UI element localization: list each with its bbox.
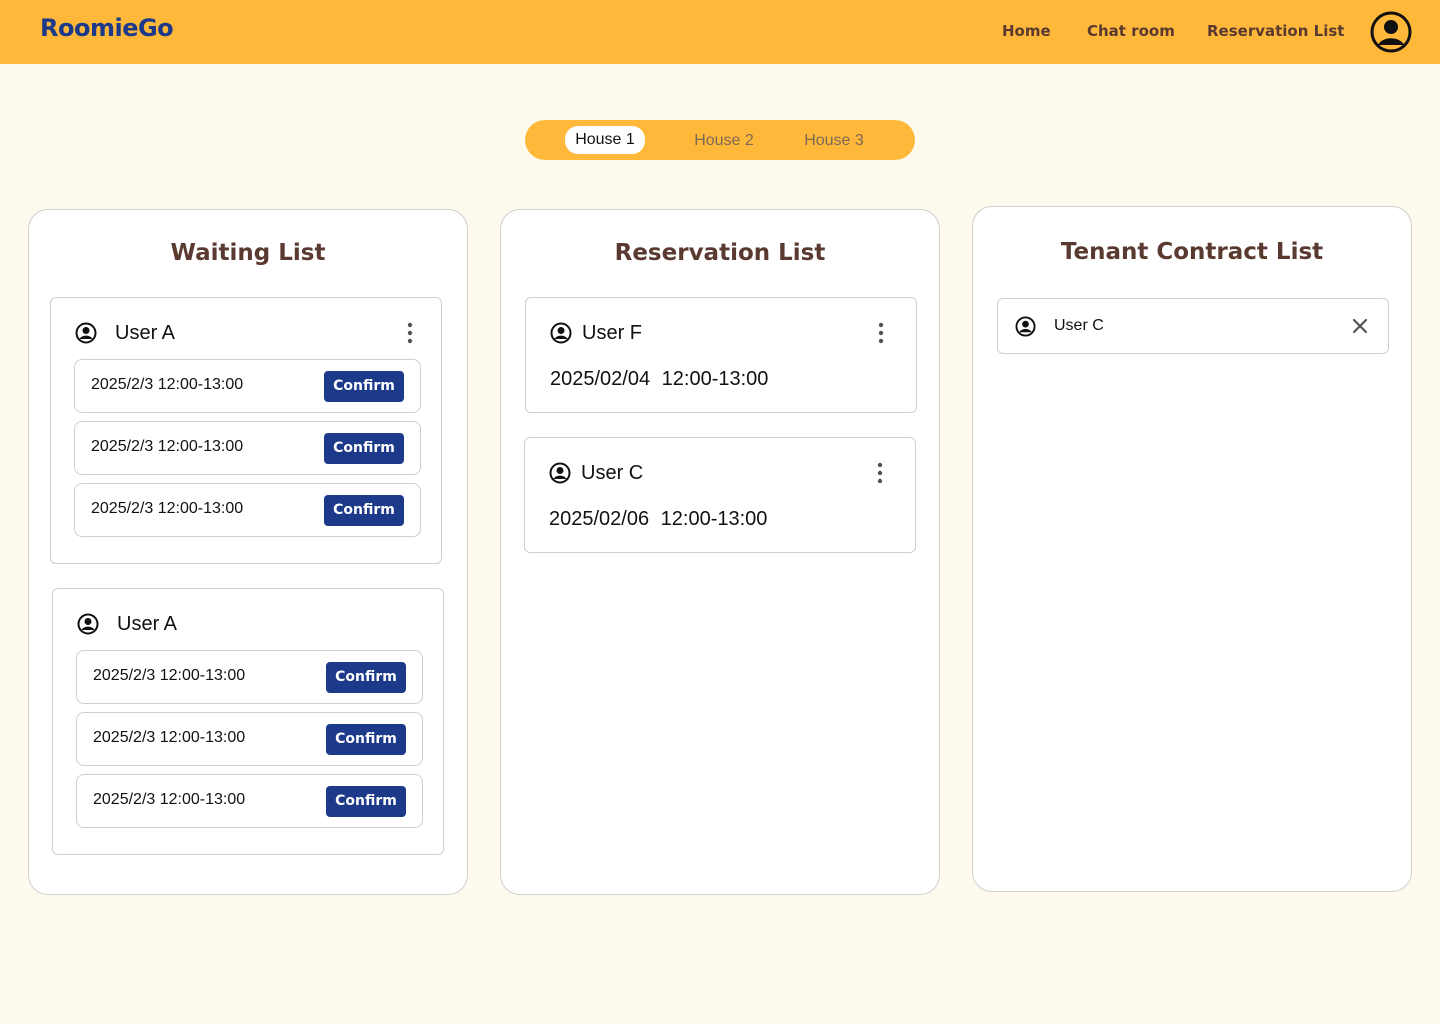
reservation-user-name: User C [581, 462, 644, 484]
slot-time: 2025/2/3 12:00-13:00 [91, 376, 244, 393]
confirm-button[interactable]: Confirm [324, 495, 404, 526]
reservation-card: User F 2025/02/04 12:00-13:00 [525, 297, 917, 413]
tab-house-2[interactable]: House 2 [684, 128, 764, 154]
waiting-user-name: User A [117, 613, 178, 635]
user-circle-icon [549, 462, 571, 484]
slot-time: 2025/2/3 12:00-13:00 [91, 500, 244, 517]
waiting-group-card: User A 2025/2/3 12:00-13:00 Confirm 2025… [50, 297, 442, 564]
reservation-datetime: 2025/02/04 12:00-13:00 [550, 368, 768, 391]
time-slot: 2025/2/3 12:00-13:00 Confirm [74, 483, 421, 537]
nav-link-home[interactable]: Home [1002, 22, 1051, 40]
waiting-user-name: User A [115, 322, 176, 344]
waiting-group-card: User A 2025/2/3 12:00-13:00 Confirm 2025… [52, 588, 444, 855]
tenant-contract-list-panel: Tenant Contract List User C [972, 206, 1412, 892]
reservation-list-panel: Reservation List User F 2025/02/04 12:00… [500, 209, 940, 895]
slot-time: 2025/2/3 12:00-13:00 [93, 729, 246, 746]
reservation-time: 12:00-13:00 [661, 368, 769, 390]
tab-house-3[interactable]: House 3 [794, 128, 874, 154]
user-circle-icon [550, 322, 572, 344]
more-vert-icon[interactable] [875, 322, 887, 344]
reservation-date: 2025/02/04 [550, 368, 651, 390]
user-circle-icon [77, 613, 99, 635]
waiting-list-panel: Waiting List User A 2025/2/3 12:00-13:00… [28, 209, 468, 895]
top-navbar: RoomieGo Home Chat room Reservation List [0, 0, 1440, 64]
confirm-button[interactable]: Confirm [326, 786, 406, 817]
confirm-button[interactable]: Confirm [326, 724, 406, 755]
reservation-datetime: 2025/02/06 12:00-13:00 [549, 508, 767, 531]
waiting-list-title: Waiting List [170, 240, 326, 266]
reservation-card: User C 2025/02/06 12:00-13:00 [524, 437, 916, 553]
account-circle-icon[interactable] [1370, 11, 1412, 53]
user-circle-icon [1015, 316, 1036, 337]
reservation-time: 12:00-13:00 [660, 508, 768, 530]
time-slot: 2025/2/3 12:00-13:00 Confirm [74, 421, 421, 475]
reservation-user-name: User F [582, 322, 642, 344]
close-icon[interactable] [1351, 317, 1369, 335]
tenant-contract-list-title: Tenant Contract List [1060, 239, 1324, 265]
nav-link-reservation-list[interactable]: Reservation List [1207, 22, 1344, 40]
more-vert-icon[interactable] [404, 322, 416, 344]
nav-link-chat-room[interactable]: Chat room [1087, 22, 1175, 40]
confirm-button[interactable]: Confirm [324, 371, 404, 402]
time-slot: 2025/2/3 12:00-13:00 Confirm [74, 359, 421, 413]
house-tabs: House 1 House 2 House 3 [525, 120, 915, 160]
tenant-user-name: User C [1054, 317, 1104, 334]
reservation-date: 2025/02/06 [549, 508, 650, 530]
confirm-button[interactable]: Confirm [324, 433, 404, 464]
slot-time: 2025/2/3 12:00-13:00 [91, 438, 244, 455]
user-circle-icon [75, 322, 97, 344]
time-slot: 2025/2/3 12:00-13:00 Confirm [76, 650, 423, 704]
tenant-contract-card: User C [997, 298, 1389, 354]
app-logo[interactable]: RoomieGo [40, 14, 174, 42]
slot-time: 2025/2/3 12:00-13:00 [93, 667, 246, 684]
time-slot: 2025/2/3 12:00-13:00 Confirm [76, 774, 423, 828]
reservation-list-title: Reservation List [614, 240, 826, 266]
slot-time: 2025/2/3 12:00-13:00 [93, 791, 246, 808]
more-vert-icon[interactable] [874, 462, 886, 484]
confirm-button[interactable]: Confirm [326, 662, 406, 693]
time-slot: 2025/2/3 12:00-13:00 Confirm [76, 712, 423, 766]
tab-house-1[interactable]: House 1 [565, 126, 645, 154]
